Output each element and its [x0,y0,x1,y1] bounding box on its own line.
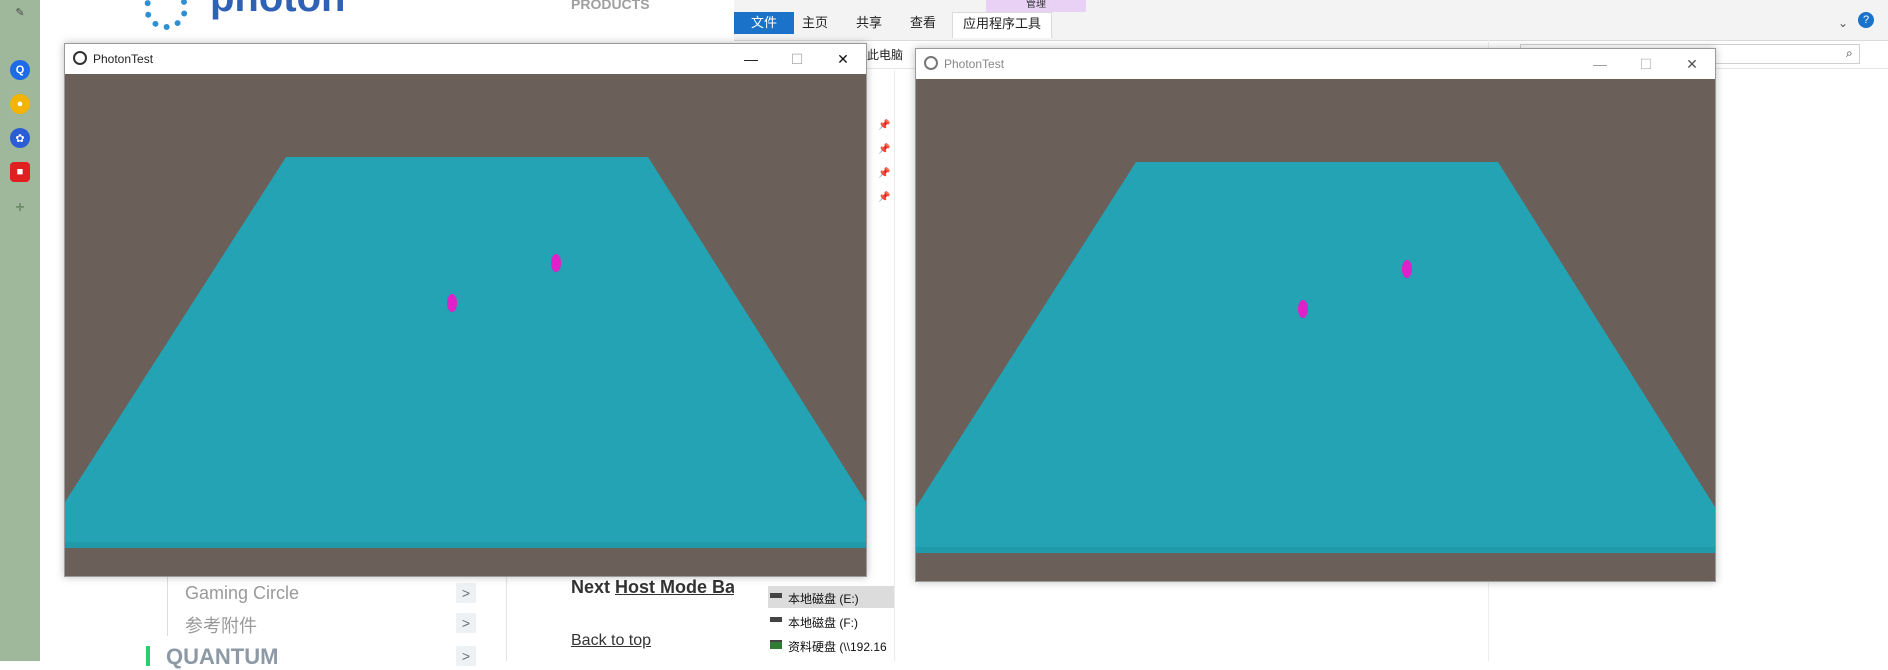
photon-logo-icon[interactable] [144,0,188,30]
scene-render [916,79,1715,581]
sidebar-item-gaming-circle[interactable]: Gaming Circle [185,583,299,604]
pen-icon[interactable]: ✎ [10,2,30,22]
player-capsule [1298,300,1308,318]
next-label: Next [571,577,611,597]
title-bar[interactable]: PhotonTest — ☐ ✕ [65,44,866,74]
maximize-button[interactable]: ☐ [774,44,820,74]
pin-icon[interactable]: 📌 [878,120,890,131]
unity-app-icon [73,51,87,65]
tab-view[interactable]: 查看 [900,12,946,34]
add-icon[interactable]: + [10,198,30,218]
red-app-icon[interactable]: ■ [10,162,30,182]
drive-icon [770,617,782,622]
floor-edge [65,542,866,548]
minimize-button[interactable]: — [728,44,774,74]
sidebar-item-attachments[interactable]: 参考附件 [185,612,257,638]
paw-icon[interactable]: ✿ [10,128,30,148]
drive-f[interactable]: 本地磁盘 (F:) [788,614,858,631]
close-button[interactable]: ✕ [1669,49,1715,79]
tab-app-tools[interactable]: 应用程序工具 [952,12,1053,38]
unity-app-icon [924,56,938,70]
logo-text[interactable]: photon [210,0,346,21]
game-viewport[interactable] [916,79,1715,581]
pin-icon[interactable]: 📌 [878,192,890,203]
chevron-right-icon[interactable]: > [456,646,476,666]
q-app-icon[interactable]: Q [10,60,30,80]
player-capsule [447,294,457,312]
app-sidebar: ✎ Q ● ✿ ■ + [0,0,40,661]
active-section-marker [146,646,150,666]
scene-render [65,74,866,576]
back-to-top-link[interactable]: Back to top [571,632,651,650]
nav-products[interactable]: PRODUCTS [571,0,650,12]
player-capsule [1402,260,1412,278]
chevron-right-icon[interactable]: > [456,583,476,603]
floor-edge [916,547,1715,553]
chevron-right-icon[interactable]: > [456,613,476,633]
maximize-button[interactable]: ☐ [1623,49,1669,79]
drive-icon [770,593,782,598]
pin-icon[interactable]: 📌 [878,144,890,155]
next-page-link[interactable]: Host Mode Bas [615,577,745,598]
tab-home[interactable]: 主页 [792,12,838,34]
player-capsule [551,254,561,272]
tab-file[interactable]: 文件 [734,12,794,34]
window-title: PhotonTest [93,52,154,66]
tab-share[interactable]: 共享 [846,12,892,34]
sidebar-item-quantum[interactable]: QUANTUM [166,644,278,670]
game-viewport[interactable] [65,74,866,576]
title-bar[interactable]: PhotonTest — ☐ ✕ [916,49,1715,79]
chevron-down-icon[interactable]: ⌄ [1838,16,1848,30]
breadcrumb-this-pc[interactable]: 此电脑 [867,46,903,63]
drive-e[interactable]: 本地磁盘 (E:) [788,590,859,607]
help-icon[interactable]: ? [1858,12,1874,28]
game-window-2[interactable]: PhotonTest — ☐ ✕ [915,48,1716,582]
close-button[interactable]: ✕ [820,44,866,74]
minimize-button[interactable]: — [1577,49,1623,79]
network-drive-icon [770,640,782,649]
window-title: PhotonTest [944,57,1005,71]
search-icon[interactable]: ⌕ [1846,46,1853,61]
context-tab-group: 管理 [986,0,1086,12]
drive-network[interactable]: 资料硬盘 (\\192.16 [788,638,887,655]
game-window-1[interactable]: PhotonTest — ☐ ✕ [64,43,867,577]
pin-icon[interactable]: 📌 [878,168,890,179]
chrome-icon[interactable]: ● [10,94,30,114]
sidebar-divider [167,570,168,636]
